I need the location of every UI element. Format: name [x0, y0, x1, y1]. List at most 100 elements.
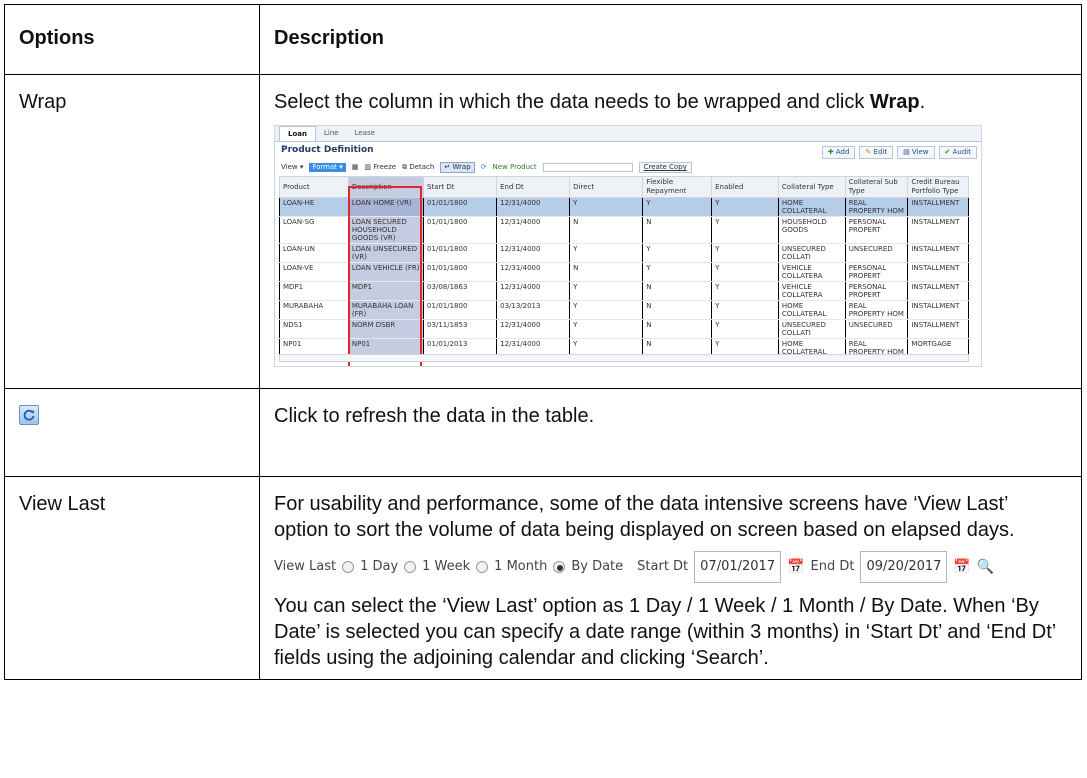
grid-cell: UNSECURED	[844, 243, 909, 263]
section-header: Product Definition ✚ Add ✎ Edit ▤ View ✔…	[275, 142, 981, 159]
grid-column-header[interactable]: Collateral Type	[777, 176, 846, 198]
grid-cell: HOME COLLATERAL	[777, 197, 846, 217]
description-header: Description	[259, 4, 1082, 75]
new-product-input[interactable]	[542, 163, 633, 172]
grid-cell: LOAN-VE	[279, 262, 349, 282]
grid-column-header[interactable]: Start Dt	[423, 176, 498, 198]
grid-column-header[interactable]: Collateral Sub Type	[844, 176, 909, 198]
wrap-desc-bold: Wrap	[869, 91, 920, 113]
view-button[interactable]: ▤ View	[897, 146, 935, 159]
radio-by-date[interactable]	[553, 561, 566, 573]
options-header: Options	[4, 4, 260, 75]
row-view-last: View Last For usability and performance,…	[4, 476, 1082, 680]
grid-row[interactable]: MURABAHA MURABAHA LOAN (FR) 01/01/1800 03/1…	[279, 300, 969, 320]
detach-button[interactable]: ⧉ Detach	[402, 163, 434, 172]
grid-row[interactable]: LOAN-HE LOAN HOME (VR) 01/01/1800 12/31/400…	[279, 197, 969, 217]
grid-row[interactable]: MDP1 MDP1 03/08/1863 12/31/4000 Y N Y VEHICLE C…	[279, 281, 969, 301]
check-icon: ✔	[944, 148, 953, 156]
grid-column-header[interactable]: Credit Bureau Portfolio Type	[907, 176, 969, 198]
freeze-label: Freeze	[373, 163, 397, 171]
view-last-description: For usability and performance, some of t…	[274, 493, 1015, 541]
grid-row[interactable]: NDS1 NORM DSBR 03/11/1853 12/31/4000 Y N Y UNSE…	[279, 319, 969, 339]
grid-cell: 03/08/1863	[423, 281, 498, 301]
grid-cell: N	[569, 262, 644, 282]
grid-cell: INSTALLMENT	[907, 243, 969, 263]
grid-cell: Y	[711, 319, 779, 339]
grid-cell: MURABAHA	[279, 300, 349, 320]
grid-cell: Y	[711, 300, 779, 320]
end-dt-label: End Dt	[810, 559, 855, 574]
radio-1-month-label: 1 Month	[494, 559, 548, 574]
grid-row[interactable]: LOAN-SG LOAN SECURED HOUSEHOLD GOODS (VR)…	[279, 216, 969, 244]
grid-cell: VEHICLE COLLATERA	[777, 281, 846, 301]
grid-cell: Y	[569, 300, 644, 320]
search-binoculars-icon[interactable]: 🔍	[977, 554, 994, 580]
tab-lease[interactable]: Lease	[347, 126, 383, 141]
audit-label: Audit	[952, 148, 971, 156]
row-wrap: Wrap Select the column in which the data…	[4, 74, 1082, 389]
refresh-icon[interactable]	[19, 405, 39, 425]
grid-row[interactable]: LOAN-VE LOAN VEHICLE (FR) 01/01/1800 12/31/…	[279, 262, 969, 282]
end-calendar-icon[interactable]: 📅	[953, 554, 970, 580]
grid-cell: 03/11/1853	[423, 319, 498, 339]
pencil-icon: ✎	[865, 148, 874, 156]
product-grid: Product Description Start Dt End Dt Direct Fl…	[279, 176, 969, 358]
add-button[interactable]: ✚ Add	[821, 146, 856, 159]
wrap-desc-end: .	[919, 91, 926, 113]
edit-button[interactable]: ✎ Edit	[859, 146, 894, 159]
grid-column-header[interactable]: End Dt	[496, 176, 571, 198]
grid-cell: INSTALLMENT	[907, 197, 969, 217]
grid-column-header[interactable]: Flexible Repayment	[642, 176, 713, 198]
grid-cell: 01/01/1800	[423, 197, 498, 217]
grid-cell: NORM DSBR	[347, 319, 425, 339]
grid-cell: INSTALLMENT	[907, 262, 969, 282]
new-product-label: New Product	[492, 163, 537, 171]
radio-1-month[interactable]	[476, 561, 489, 573]
radio-1-day-label: 1 Day	[360, 559, 399, 574]
grid-column-header[interactable]: Product	[279, 176, 349, 198]
grid-cell: INSTALLMENT	[907, 216, 969, 244]
grid-cell: MDP1	[347, 281, 425, 301]
grid-cell: 01/01/1800	[423, 243, 498, 263]
wrap-desc-text: Select the column in which the data need…	[274, 91, 870, 113]
grid-cell: Y	[711, 281, 779, 301]
horizontal-scrollbar[interactable]	[279, 354, 969, 362]
grid-cell: PERSONAL PROPERT	[844, 262, 909, 282]
format-menu[interactable]: Format ▾	[309, 163, 346, 172]
grid-column-header[interactable]: Direct	[569, 176, 644, 198]
grid-column-header[interactable]: Enabled	[711, 176, 779, 198]
radio-1-week[interactable]	[404, 561, 417, 573]
freeze-button[interactable]: ▥ Freeze	[364, 163, 396, 172]
grid-cell: 03/13/2013	[496, 300, 571, 320]
create-copy-button[interactable]: Create Copy	[638, 162, 692, 173]
grid-column-header[interactable]: Description	[347, 176, 425, 198]
grid-cell: N	[569, 216, 644, 244]
grid-row[interactable]: LOAN-UN LOAN UNSECURED (VR) 01/01/1800 12/3…	[279, 243, 969, 263]
end-dt-field[interactable]: 09/20/2017	[860, 551, 948, 583]
start-dt-field[interactable]: 07/01/2017	[694, 551, 782, 583]
export-icon[interactable]: ▦	[352, 163, 359, 172]
grid-cell: HOME COLLATERAL	[777, 300, 846, 320]
start-calendar-icon[interactable]: 📅	[787, 554, 804, 580]
action-bar: ✚ Add ✎ Edit ▤ View ✔ Audit	[821, 146, 977, 159]
refresh-small-icon[interactable]: ⟳	[481, 163, 487, 172]
audit-button[interactable]: ✔ Audit	[938, 146, 977, 159]
tab-loan[interactable]: Loan	[279, 126, 316, 141]
wrap-button[interactable]: ↵ Wrap	[440, 162, 475, 173]
grid-cell: Y	[569, 281, 644, 301]
grid-cell: LOAN-SG	[279, 216, 349, 244]
grid-cell: LOAN-UN	[279, 243, 349, 263]
section-title: Product Definition	[281, 145, 374, 155]
view-menu[interactable]: View ▾	[281, 163, 303, 172]
grid-cell: LOAN HOME (VR)	[347, 197, 425, 217]
grid-cell: N	[642, 319, 713, 339]
grid-cell: 01/01/1800	[423, 300, 498, 320]
description-cell: For usability and performance, some of t…	[259, 476, 1082, 680]
grid-cell: VEHICLE COLLATERA	[777, 262, 846, 282]
radio-by-date-label: By Date	[571, 559, 624, 574]
tab-line[interactable]: Line	[316, 126, 347, 141]
view-last-help: You can select the ‘View Last’ option as…	[274, 595, 1056, 669]
radio-1-day[interactable]	[342, 561, 355, 573]
option-cell	[4, 388, 260, 477]
grid-cell: UNSECURED COLLATI	[777, 319, 846, 339]
